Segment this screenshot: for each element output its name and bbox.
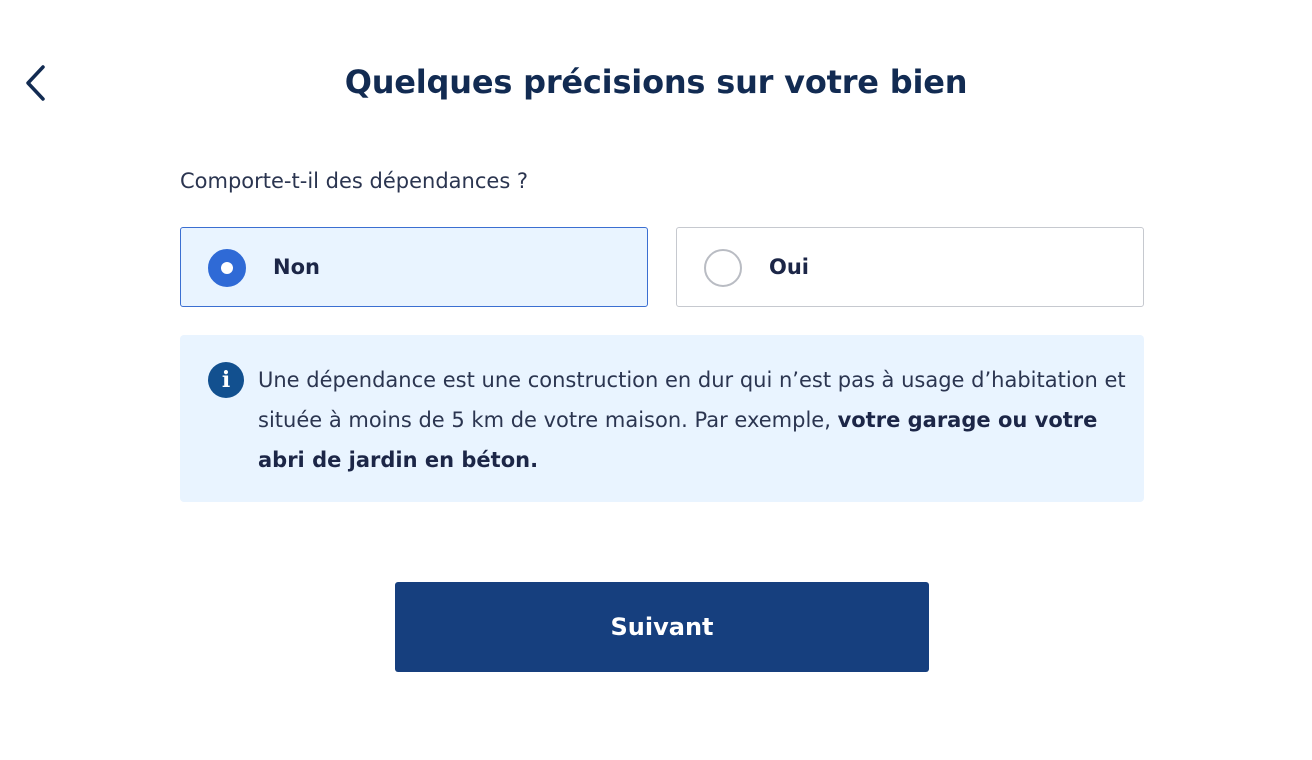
info-text: Une dépendance est une construction en d… — [258, 360, 1128, 480]
info-box: i Une dépendance est une construction en… — [180, 335, 1144, 502]
radio-unchecked-icon[interactable] — [704, 249, 742, 287]
option-oui[interactable]: Oui — [676, 227, 1144, 307]
option-non-label: Non — [273, 255, 320, 279]
page-title: Quelques précisions sur votre bien — [344, 63, 968, 101]
radio-checked-icon[interactable] — [208, 249, 246, 287]
page: Quelques précisions sur votre bien Compo… — [0, 0, 1312, 760]
question-label: Comporte-t-il des dépendances ? — [180, 169, 529, 193]
option-non[interactable]: Non — [180, 227, 648, 307]
option-oui-label: Oui — [769, 255, 810, 279]
next-button[interactable]: Suivant — [395, 582, 929, 672]
info-icon: i — [208, 362, 244, 398]
